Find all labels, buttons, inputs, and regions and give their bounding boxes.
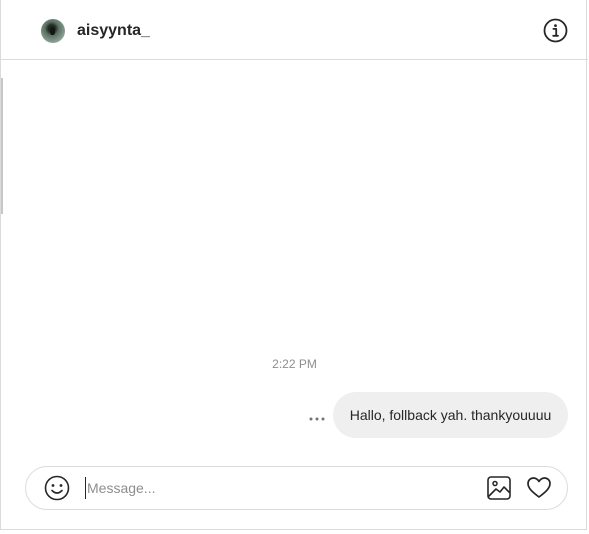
message-options-button[interactable] bbox=[307, 409, 327, 425]
scroll-edge-line bbox=[1, 78, 3, 214]
conversation-header: aisyynta_ bbox=[1, 0, 588, 60]
like-button[interactable] bbox=[526, 475, 552, 501]
message-composer bbox=[25, 466, 568, 510]
username-label[interactable]: aisyynta_ bbox=[77, 22, 150, 40]
info-button[interactable] bbox=[543, 18, 568, 43]
outgoing-message-bubble[interactable]: Hallo, follback yah. thankyouuuu bbox=[333, 392, 568, 438]
heart-icon bbox=[526, 475, 552, 501]
info-icon bbox=[543, 18, 568, 43]
emoji-icon bbox=[44, 475, 70, 501]
attach-image-button[interactable] bbox=[486, 475, 512, 501]
direct-message-panel: aisyynta_ 2:22 PM Hallo, follback yah. t… bbox=[0, 0, 588, 530]
emoji-button[interactable] bbox=[44, 475, 70, 501]
image-icon bbox=[486, 475, 512, 501]
message-input[interactable] bbox=[85, 477, 467, 499]
avatar[interactable] bbox=[41, 19, 65, 43]
message-timestamp: 2:22 PM bbox=[272, 357, 317, 371]
more-dots-icon bbox=[307, 409, 327, 425]
